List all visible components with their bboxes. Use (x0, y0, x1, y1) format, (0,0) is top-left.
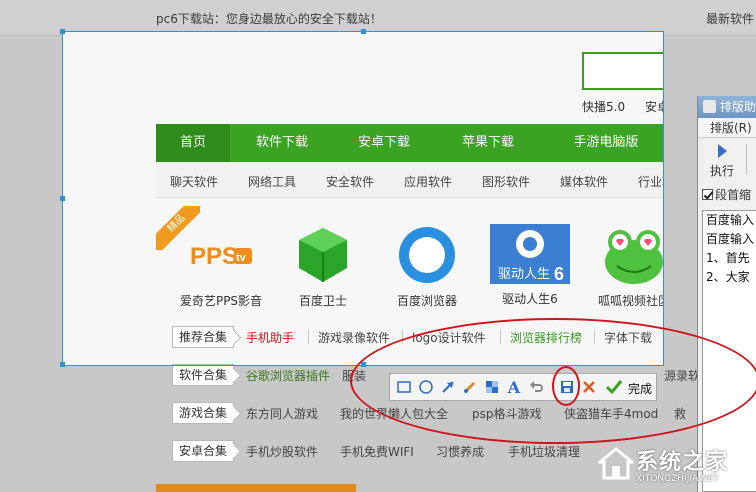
brush-icon[interactable] (460, 377, 480, 397)
collection-link[interactable]: 谷歌浏览器插件 (246, 367, 330, 384)
play-icon (718, 144, 727, 158)
indent-checkbox[interactable]: 段首缩 (698, 184, 756, 206)
execute-button[interactable]: 执行 (698, 140, 756, 180)
done-check-icon[interactable] (604, 377, 624, 397)
editor-line: 百度输入 (706, 232, 755, 246)
resize-handle[interactable] (60, 196, 65, 201)
indent-checkbox-label: 段首缩 (715, 188, 752, 202)
done-button[interactable]: 完成 (628, 380, 652, 397)
watermark-text: 系统之家 (636, 450, 729, 475)
typeset-assistant-window: 排版助 排版(R) 执行 段首缩 百度输入 百度输入 1、首先 2、大家 (697, 96, 756, 492)
cancel-icon[interactable] (579, 377, 599, 397)
editor-line: 1、首先 (706, 251, 750, 265)
window-title-text: 排版助 (720, 100, 756, 114)
editor-line: 2、大家 (706, 270, 750, 284)
undo-icon[interactable] (526, 377, 546, 397)
collection-tag[interactable]: 软件合集 (172, 364, 235, 386)
text-icon[interactable]: A (504, 377, 524, 397)
mosaic-icon[interactable] (482, 377, 502, 397)
app-icon (703, 100, 716, 113)
resize-handle[interactable] (60, 362, 65, 367)
editor-line: 百度输入 (706, 213, 755, 227)
checkbox-checked-icon (702, 189, 713, 200)
latest-software-link[interactable]: 最新软件 (706, 10, 754, 27)
collection-link[interactable]: 手机炒股软件 (246, 443, 318, 460)
window-title[interactable]: 排版助 (698, 96, 756, 118)
resize-handle[interactable] (60, 29, 65, 34)
collection-link[interactable]: 手机免费WIFI (340, 443, 414, 460)
collection-link[interactable]: 东方同人游戏 (246, 405, 318, 422)
capture-selection-border[interactable] (60, 29, 664, 367)
ellipse-icon[interactable] (416, 377, 436, 397)
collection-link[interactable]: 习惯养成 (436, 443, 484, 460)
save-highlight-circle (552, 366, 580, 406)
resize-handle[interactable] (361, 29, 366, 34)
collection-tag[interactable]: 安卓合集 (172, 440, 235, 462)
collection-tag[interactable]: 游戏合集 (172, 402, 235, 424)
watermark-url: XITONGZHIJIA.NET (636, 474, 719, 484)
orange-section-bar (156, 484, 356, 492)
site-slogan: pc6下载站：您身边最放心的安全下载站！ (156, 12, 382, 26)
rectangle-icon[interactable] (394, 377, 414, 397)
screenshot-toolbar: A 完成 (389, 373, 657, 401)
execute-label: 执行 (710, 164, 735, 178)
menu-typeset[interactable]: 排版(R) (698, 118, 756, 138)
house-logo-icon (598, 447, 634, 480)
arrow-icon[interactable] (438, 377, 458, 397)
site-watermark: 系统之家 XITONGZHIJIA.NET (592, 440, 756, 492)
collection-link[interactable]: 手机垃圾清理 (508, 443, 580, 460)
